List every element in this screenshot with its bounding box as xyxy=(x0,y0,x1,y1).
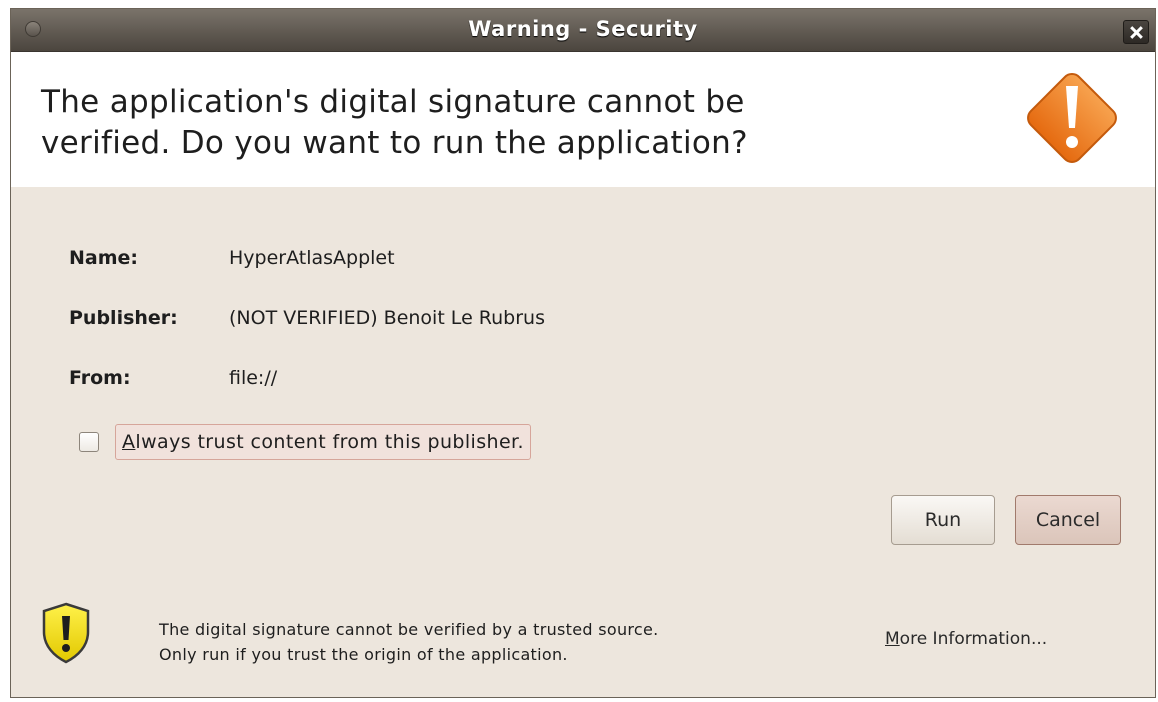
always-trust-checkbox[interactable] xyxy=(79,432,99,452)
mnemonic-m: M xyxy=(885,629,900,649)
publisher-label: Publisher: xyxy=(69,307,178,329)
message-header: The application's digital signature cann… xyxy=(11,52,1155,187)
mnemonic-a: A xyxy=(122,431,136,453)
run-button[interactable]: Run xyxy=(891,495,995,545)
always-trust-text: lways trust content from this publisher. xyxy=(135,431,524,453)
title-bar[interactable]: Warning - Security xyxy=(11,9,1155,52)
more-information-link[interactable]: More Information... xyxy=(885,629,1047,649)
more-information-text: ore Information... xyxy=(899,629,1048,649)
headline-message: The application's digital signature cann… xyxy=(41,82,941,164)
name-value: HyperAtlasApplet xyxy=(229,247,395,269)
warning-diamond-icon xyxy=(1027,73,1117,163)
publisher-value: (NOT VERIFIED) Benoit Le Rubrus xyxy=(229,307,545,329)
from-label: From: xyxy=(69,367,131,389)
warning-shield-icon xyxy=(42,602,90,664)
headline-line-1: The application's digital signature cann… xyxy=(41,84,745,120)
name-label: Name: xyxy=(69,247,139,269)
footer-warning-text: The digital signature cannot be verified… xyxy=(159,617,659,667)
footer-line-1: The digital signature cannot be verified… xyxy=(159,620,659,639)
window-title: Warning - Security xyxy=(468,17,698,41)
always-trust-label[interactable]: Always trust content from this publisher… xyxy=(115,424,531,460)
footer-line-2: Only run if you trust the origin of the … xyxy=(159,645,568,664)
close-icon[interactable] xyxy=(1123,20,1149,44)
cancel-button[interactable]: Cancel xyxy=(1015,495,1121,545)
from-value: file:// xyxy=(229,367,278,389)
headline-line-2: verified. Do you want to run the applica… xyxy=(41,125,748,161)
security-warning-dialog: Warning - Security The application's dig… xyxy=(10,8,1156,698)
